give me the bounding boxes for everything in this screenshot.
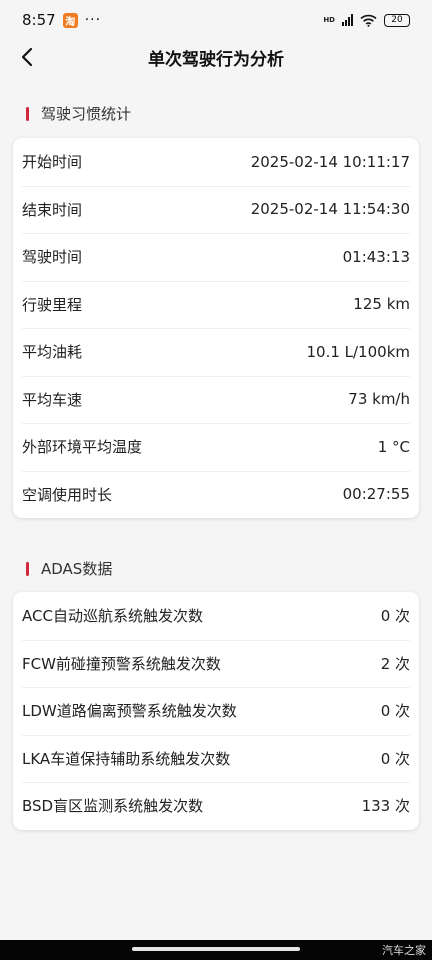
- row-value: 133 次: [361, 797, 410, 816]
- row-value: 2025-02-14 10:11:17: [250, 152, 410, 171]
- chevron-left-icon: [21, 47, 33, 67]
- section-title-text: 驾驶习惯统计: [41, 105, 132, 123]
- row-label: 平均油耗: [22, 343, 83, 362]
- hd-label: HD: [323, 15, 335, 24]
- row-value: 00:27:55: [342, 485, 410, 504]
- status-bar: 8:57 淘 ··· HD 20: [0, 0, 432, 40]
- more-notifications-icon: ···: [84, 12, 102, 28]
- status-bar-left: 8:57 淘 ···: [22, 11, 101, 29]
- back-button[interactable]: [14, 44, 40, 70]
- row-value: 0 次: [380, 749, 410, 768]
- list-item: 外部环境平均温度 1 °C: [13, 423, 419, 471]
- status-bar-right: HD 20: [323, 13, 410, 27]
- list-item: 结束时间 2025-02-14 11:54:30: [13, 185, 419, 234]
- row-label: LKA车道保持辅助系统触发次数: [22, 749, 231, 768]
- cell-signal-icon: [342, 14, 353, 26]
- navigation-bar: 汽车之家: [0, 940, 432, 960]
- row-label: BSD盲区监测系统触发次数: [22, 797, 204, 816]
- row-value: 73 km/h: [348, 390, 410, 409]
- row-value: 2 次: [380, 654, 410, 673]
- row-label: FCW前碰撞预警系统触发次数: [22, 654, 221, 673]
- list-item: 驾驶时间 01:43:13: [13, 233, 419, 281]
- driving-habits-card: 开始时间 2025-02-14 10:11:17 结束时间 2025-02-14…: [13, 138, 419, 518]
- row-label: 行驶里程: [22, 295, 83, 314]
- wifi-icon: [360, 14, 377, 27]
- row-value: 0 次: [380, 702, 410, 721]
- row-label: 开始时间: [22, 153, 83, 172]
- list-item: 空调使用时长 00:27:55: [13, 470, 419, 519]
- adas-card: ACC自动巡航系统触发次数 0 次 FCW前碰撞预警系统触发次数 2 次 LDW…: [13, 592, 419, 830]
- list-item: FCW前碰撞预警系统触发次数 2 次: [13, 639, 419, 688]
- row-value: 2025-02-14 11:54:30: [250, 200, 410, 219]
- section-title-adas: ADAS数据: [26, 558, 112, 579]
- list-item: 平均车速 73 km/h: [13, 375, 419, 424]
- battery-icon: 20: [384, 13, 410, 27]
- header: 单次驾驶行为分析: [0, 40, 432, 74]
- row-value: 0 次: [380, 607, 410, 626]
- list-item: 行驶里程 125 km: [13, 280, 419, 329]
- section-title-text: ADAS数据: [41, 560, 113, 578]
- status-time: 8:57: [22, 11, 56, 29]
- row-label: ACC自动巡航系统触发次数: [22, 607, 203, 626]
- app-notification-icon: 淘: [62, 12, 78, 28]
- row-label: 驾驶时间: [22, 248, 83, 267]
- list-item: BSD盲区监测系统触发次数 133 次: [13, 782, 419, 830]
- row-value: 01:43:13: [342, 247, 410, 266]
- home-indicator[interactable]: [132, 947, 300, 951]
- list-item: 开始时间 2025-02-14 10:11:17: [13, 138, 419, 186]
- section-accent-bar: [26, 561, 29, 576]
- row-value: 10.1 L/100km: [306, 342, 410, 361]
- row-value: 125 km: [353, 295, 410, 314]
- row-label: 结束时间: [22, 200, 83, 219]
- row-label: LDW道路偏离预警系统触发次数: [22, 702, 237, 721]
- section-accent-bar: [26, 106, 29, 121]
- list-item: ACC自动巡航系统触发次数 0 次: [13, 592, 419, 640]
- list-item: LDW道路偏离预警系统触发次数 0 次: [13, 687, 419, 735]
- row-label: 外部环境平均温度: [22, 438, 143, 457]
- row-value: 1 °C: [377, 437, 410, 456]
- row-label: 平均车速: [22, 390, 83, 409]
- list-item: 平均油耗 10.1 L/100km: [13, 328, 419, 376]
- list-item: LKA车道保持辅助系统触发次数 0 次: [13, 734, 419, 783]
- section-title-driving-habits: 驾驶习惯统计: [26, 103, 131, 124]
- row-label: 空调使用时长: [22, 485, 113, 504]
- watermark: 汽车之家: [382, 944, 426, 957]
- page-title: 单次驾驶行为分析: [148, 49, 284, 70]
